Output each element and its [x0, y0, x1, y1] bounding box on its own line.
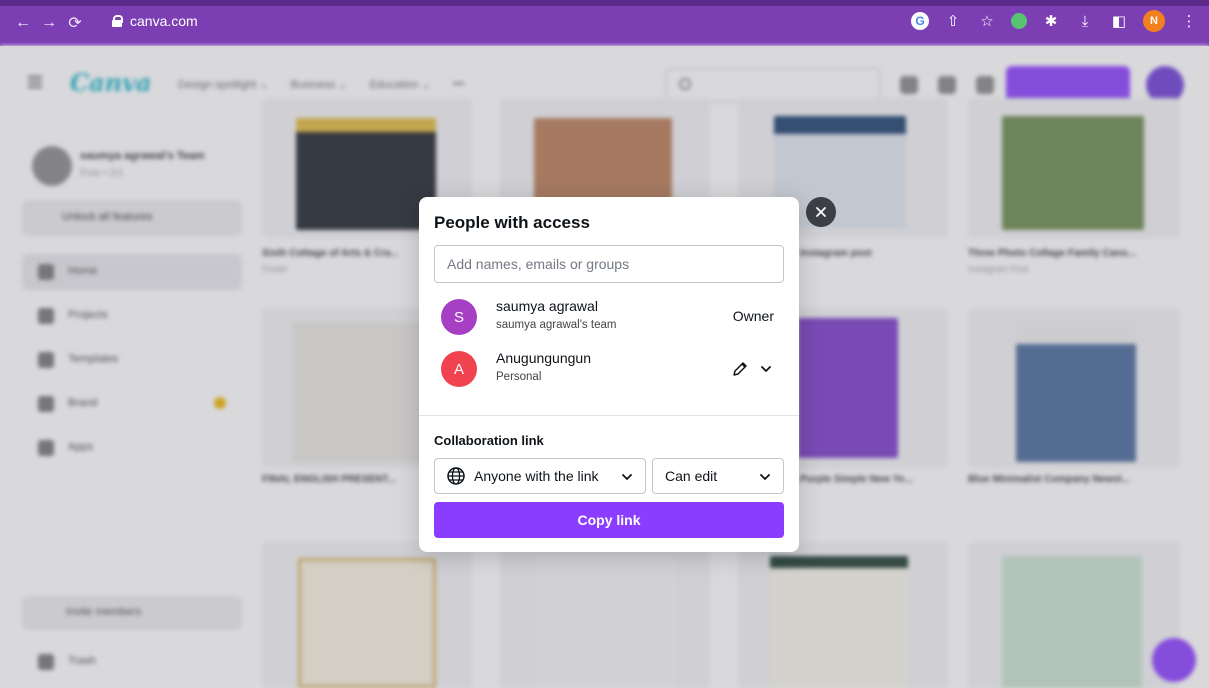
avatar: A	[441, 351, 477, 387]
back-arrow-icon[interactable]: ←	[10, 10, 36, 36]
address-bar[interactable]: canva.com	[112, 13, 198, 29]
person-row-collaborator: A Anugungungun Personal	[434, 347, 784, 391]
person-subtitle: saumya agrawal's team	[496, 319, 617, 331]
person-name: Anugungungun	[496, 350, 591, 366]
section-divider	[419, 415, 799, 416]
permission-value: Can edit	[665, 468, 718, 484]
collaboration-link-label: Collaboration link	[434, 433, 544, 448]
person-subtitle: Personal	[496, 371, 542, 383]
browser-actions: G ⇧ ☆ ✱ ⤓ ◧ N ⋮	[911, 10, 1199, 32]
pencil-icon[interactable]	[730, 359, 750, 379]
bookmark-star-icon[interactable]: ☆	[977, 11, 997, 31]
google-lens-icon[interactable]: G	[911, 12, 929, 30]
share-icon[interactable]: ⇧	[943, 11, 963, 31]
role-label: Owner	[732, 308, 774, 324]
globe-icon	[447, 467, 465, 485]
avatar: S	[441, 299, 477, 335]
reload-icon[interactable]: ⟳	[62, 10, 88, 36]
side-panel-icon[interactable]: ◧	[1109, 11, 1129, 31]
link-access-value: Anyone with the link	[474, 468, 599, 484]
permission-dropdown[interactable]: Can edit	[652, 458, 784, 494]
close-icon	[816, 207, 826, 217]
copy-link-button[interactable]: Copy link	[434, 502, 784, 538]
add-people-input[interactable]	[434, 245, 784, 283]
person-name: saumya agrawal	[496, 298, 598, 314]
extension-icon[interactable]	[1011, 13, 1027, 29]
url-text: canva.com	[130, 13, 198, 29]
puzzle-extensions-icon[interactable]: ✱	[1041, 11, 1061, 31]
share-modal: People with access S saumya agrawal saum…	[419, 197, 799, 552]
profile-avatar[interactable]: N	[1143, 10, 1165, 32]
chevron-down-icon	[760, 474, 770, 480]
link-access-dropdown[interactable]: Anyone with the link	[434, 458, 646, 494]
chevron-down-icon	[622, 474, 632, 480]
close-button[interactable]	[806, 197, 836, 227]
lock-icon	[112, 15, 123, 27]
modal-title: People with access	[434, 213, 590, 232]
person-row-owner: S saumya agrawal saumya agrawal's team O…	[434, 295, 784, 339]
browser-toolbar: ← → ⟳ canva.com G ⇧ ☆ ✱ ⤓ ◧ N ⋮	[0, 0, 1209, 46]
download-icon[interactable]: ⤓	[1075, 11, 1095, 31]
more-menu-icon[interactable]: ⋮	[1179, 11, 1199, 31]
forward-arrow-icon[interactable]: →	[36, 10, 62, 36]
chevron-down-icon[interactable]	[758, 361, 774, 377]
